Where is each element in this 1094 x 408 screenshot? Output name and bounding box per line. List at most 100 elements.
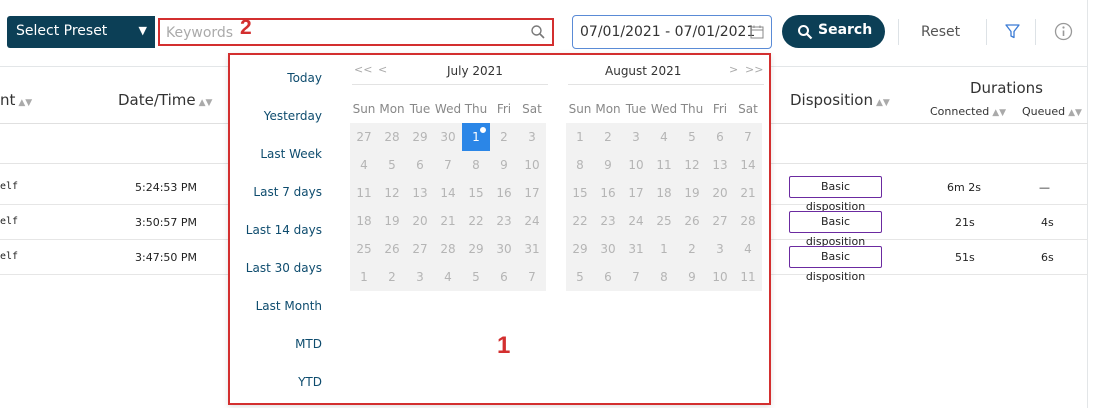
calendar-day[interactable]: 21 [734, 179, 762, 207]
preset-yesterday[interactable]: Yesterday [230, 109, 322, 123]
calendar-day[interactable]: 13 [706, 151, 734, 179]
calendar-day[interactable]: 6 [406, 151, 434, 179]
calendar-day[interactable]: 3 [706, 235, 734, 263]
calendar-day[interactable]: 1 [566, 123, 594, 151]
calendar-day[interactable]: 14 [734, 151, 762, 179]
calendar-day[interactable]: 11 [734, 263, 762, 291]
calendar-day[interactable]: 27 [706, 207, 734, 235]
calendar-day[interactable]: 12 [678, 151, 706, 179]
calendar-day[interactable]: 7 [734, 123, 762, 151]
calendar-day[interactable]: 28 [434, 235, 462, 263]
calendar-day[interactable]: 19 [378, 207, 406, 235]
calendar-day[interactable]: 5 [378, 151, 406, 179]
preset-mtd[interactable]: MTD [230, 337, 322, 351]
calendar-day[interactable]: 25 [350, 235, 378, 263]
calendar-day[interactable]: 4 [734, 235, 762, 263]
calendar-day[interactable]: 16 [594, 179, 622, 207]
calendar-day[interactable]: 26 [678, 207, 706, 235]
calendar-day[interactable]: 9 [594, 151, 622, 179]
calendar-day[interactable]: 21 [434, 207, 462, 235]
calendar-day[interactable]: 11 [650, 151, 678, 179]
calendar-day[interactable]: 15 [462, 179, 490, 207]
column-header-datetime[interactable]: Date/Time ▲▼ [118, 91, 212, 109]
column-header-queued[interactable]: Queued ▲▼ [1022, 105, 1082, 118]
calendar-day[interactable]: 28 [734, 207, 762, 235]
calendar-day[interactable]: 10 [622, 151, 650, 179]
calendar-day[interactable]: 9 [490, 151, 518, 179]
calendar-day[interactable]: 19 [678, 179, 706, 207]
calendar-day[interactable]: 17 [518, 179, 546, 207]
calendar-day[interactable]: 5 [678, 123, 706, 151]
calendar-day[interactable]: 31 [518, 235, 546, 263]
preset-last-week[interactable]: Last Week [230, 147, 322, 161]
preset-last-14-days[interactable]: Last 14 days [230, 223, 322, 237]
preset-last-month[interactable]: Last Month [230, 299, 322, 313]
calendar-day[interactable]: 29 [566, 235, 594, 263]
date-range-input[interactable]: 07/01/2021 - 07/01/2021 [572, 15, 772, 49]
calendar-day[interactable]: 7 [518, 263, 546, 291]
calendar-day[interactable]: 4 [650, 123, 678, 151]
calendar-day[interactable]: 27 [350, 123, 378, 151]
calendar-day[interactable]: 6 [706, 123, 734, 151]
calendar-day[interactable]: 5 [462, 263, 490, 291]
calendar-day-selected[interactable]: 1 [462, 123, 490, 151]
calendar-day[interactable]: 12 [378, 179, 406, 207]
calendar-day[interactable]: 6 [490, 263, 518, 291]
search-icon[interactable] [530, 24, 546, 40]
keyword-input[interactable] [166, 23, 526, 43]
calendar-day[interactable]: 25 [650, 207, 678, 235]
calendar-day[interactable]: 5 [566, 263, 594, 291]
next-month-button[interactable]: > [729, 63, 738, 76]
calendar-day[interactable]: 24 [518, 207, 546, 235]
calendar-day[interactable]: 11 [350, 179, 378, 207]
search-button[interactable]: Search [782, 15, 885, 48]
calendar-day[interactable]: 23 [490, 207, 518, 235]
calendar-day[interactable]: 6 [594, 263, 622, 291]
preset-last-30-days[interactable]: Last 30 days [230, 261, 322, 275]
calendar-day[interactable]: 7 [434, 151, 462, 179]
calendar-day[interactable]: 3 [406, 263, 434, 291]
calendar-day[interactable]: 2 [678, 235, 706, 263]
calendar-day[interactable]: 24 [622, 207, 650, 235]
calendar-day[interactable]: 17 [622, 179, 650, 207]
calendar-day[interactable]: 3 [622, 123, 650, 151]
calendar-day[interactable]: 8 [566, 151, 594, 179]
preset-select[interactable]: Select Preset ▼ [7, 16, 155, 48]
prev-month-button[interactable]: < [378, 63, 387, 76]
calendar-day[interactable]: 16 [490, 179, 518, 207]
column-header[interactable]: nt ▲▼ [0, 91, 32, 109]
calendar-day[interactable]: 2 [490, 123, 518, 151]
column-header-connected[interactable]: Connected ▲▼ [930, 105, 1006, 118]
calendar-day[interactable]: 23 [594, 207, 622, 235]
calendar-day[interactable]: 8 [650, 263, 678, 291]
calendar-day[interactable]: 28 [378, 123, 406, 151]
calendar-day[interactable]: 10 [706, 263, 734, 291]
calendar-day[interactable]: 22 [566, 207, 594, 235]
calendar-day[interactable]: 10 [518, 151, 546, 179]
calendar-day[interactable]: 2 [378, 263, 406, 291]
calendar-day[interactable]: 3 [518, 123, 546, 151]
calendar-day[interactable]: 30 [434, 123, 462, 151]
calendar-day[interactable]: 20 [406, 207, 434, 235]
calendar-day[interactable]: 14 [434, 179, 462, 207]
calendar-day[interactable]: 13 [406, 179, 434, 207]
preset-ytd[interactable]: YTD [230, 375, 322, 389]
reset-button[interactable]: Reset [921, 24, 960, 40]
calendar-day[interactable]: 30 [490, 235, 518, 263]
calendar-day[interactable]: 15 [566, 179, 594, 207]
calendar-day[interactable]: 18 [350, 207, 378, 235]
calendar-day[interactable]: 27 [406, 235, 434, 263]
next-year-button[interactable]: >> [745, 63, 763, 76]
calendar-day[interactable]: 22 [462, 207, 490, 235]
calendar-day[interactable]: 9 [678, 263, 706, 291]
preset-last-7-days[interactable]: Last 7 days [230, 185, 322, 199]
calendar-day[interactable]: 4 [350, 151, 378, 179]
calendar-day[interactable]: 4 [434, 263, 462, 291]
calendar-day[interactable]: 18 [650, 179, 678, 207]
calendar-day[interactable]: 1 [650, 235, 678, 263]
prev-year-button[interactable]: << [354, 63, 372, 76]
column-header-disposition[interactable]: Disposition ▲▼ [790, 91, 890, 109]
calendar-day[interactable]: 20 [706, 179, 734, 207]
filter-icon[interactable] [1004, 23, 1021, 40]
info-icon[interactable] [1054, 22, 1073, 41]
